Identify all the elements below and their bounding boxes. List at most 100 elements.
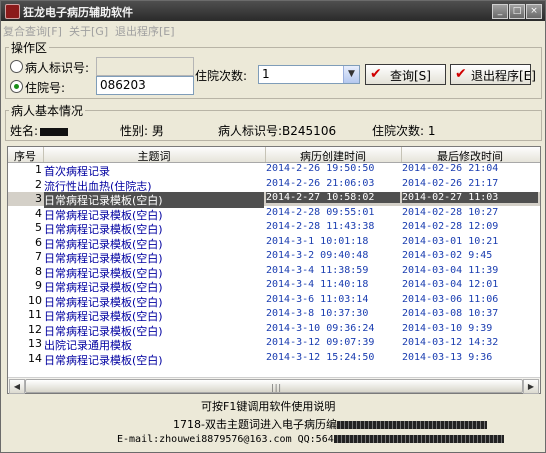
row-seq: 12 xyxy=(28,322,42,336)
row-seq: 3 xyxy=(35,192,42,205)
row-created-time: 2014-2-28 09:55:01 xyxy=(266,206,375,218)
patient-info-group-title: 病人基本情况 xyxy=(9,102,86,119)
gender-value: 男 xyxy=(151,124,164,138)
row-seq: 11 xyxy=(28,308,42,321)
table-row[interactable]: 10 日常病程记录模板(空白) 2014-3-6 11:03:14 2014-03-0… xyxy=(8,293,540,309)
title-bar[interactable]: 狂龙电子病历辅助软件 _ □ × xyxy=(1,1,545,21)
table-row[interactable]: 5 日常病程记录模板(空白) 2014-2-28 11:43:38 2014-02-2… xyxy=(8,221,540,236)
table-row[interactable]: 2 流行性出血热(住院志) 2014-2-26 21:06:03 2014-02-26… xyxy=(8,177,540,193)
row-topic[interactable]: 日常病程记录模板(空白) xyxy=(44,352,264,368)
row-created-time: 2014-3-6 11:03:14 xyxy=(266,293,369,305)
patient-id-input[interactable] xyxy=(96,57,194,76)
row-created-time: 2014-3-8 10:37:30 xyxy=(266,308,369,319)
close-button[interactable]: × xyxy=(526,4,542,19)
scroll-left-icon[interactable]: ◀ xyxy=(9,379,25,394)
col-topic-header[interactable]: 主题词 xyxy=(44,148,264,164)
redacted-scribble xyxy=(333,435,504,443)
menu-bar: 复合查询[F] 关于[G] 退出程序[E] xyxy=(1,21,545,38)
scrollbar-thumb[interactable]: ||| xyxy=(25,379,523,393)
query-button[interactable]: ✔ 查询[S] xyxy=(365,64,446,85)
minimize-button[interactable]: _ xyxy=(492,4,508,19)
contact-text-value: E-mail:zhouwei8879576@163.com QQ:564 xyxy=(117,434,334,445)
row-created-time: 2014-3-2 09:40:48 xyxy=(266,250,369,261)
row-modified-time: 2014-03-10 9:39 xyxy=(402,322,493,334)
row-modified-time: 2014-03-08 10:37 xyxy=(402,308,499,319)
menu-exit[interactable]: 退出程序[E] xyxy=(115,23,175,39)
row-created-time: 2014-3-1 10:01:18 xyxy=(266,235,369,247)
patient-id-info-value: B245106 xyxy=(282,124,337,138)
admission-count-value: 1 xyxy=(262,67,270,81)
records-table: 序号 主题词 病历创建时间 最后修改时间 1 首次病程记录 2014-2-26 19… xyxy=(7,146,541,394)
row-modified-time: 2014-03-13 9:36 xyxy=(402,351,493,363)
admission-count-label: 住院次数: xyxy=(195,69,248,83)
patient-gender: 性别: 男 xyxy=(120,122,164,139)
row-seq: 5 xyxy=(35,221,42,234)
row-seq: 4 xyxy=(35,206,42,220)
table-row[interactable]: 3 日常病程记录模板(空白) 2014-2-27 10:58:02 2014-02-2… xyxy=(8,192,540,208)
row-modified-time: 2014-02-28 12:09 xyxy=(402,221,499,232)
admission-count-info: 住院次数: 1 xyxy=(372,122,436,139)
exit-button-label: 退出程序[E] xyxy=(471,69,536,83)
redacted-name xyxy=(40,127,69,136)
menu-about[interactable]: 关于[G] xyxy=(69,23,108,39)
hint-text: 1718-双击主题词进入电子病历编 xyxy=(173,416,487,432)
row-modified-time: 2014-03-12 14:32 xyxy=(402,337,499,348)
admission-no-input[interactable]: 086203 xyxy=(96,76,194,95)
row-seq: 10 xyxy=(28,293,42,307)
gender-label: 性别: xyxy=(120,124,149,138)
row-created-time: 2014-3-4 11:40:18 xyxy=(266,279,369,290)
window-title: 狂龙电子病历辅助软件 xyxy=(23,6,133,19)
patient-id-info-label: 病人标识号: xyxy=(218,124,283,138)
row-seq: 13 xyxy=(28,337,42,350)
table-row[interactable]: 8 日常病程记录模板(空白) 2014-3-4 11:38:59 2014-03-04… xyxy=(8,264,540,280)
admission-count-info-value: 1 xyxy=(427,124,436,138)
table-row[interactable]: 12 日常病程记录模板(空白) 2014-3-10 09:36:24 2014-03-… xyxy=(8,322,540,338)
admission-no-label: 住院号: xyxy=(25,81,66,95)
row-seq: 9 xyxy=(35,279,42,292)
col-seq-header[interactable]: 序号 xyxy=(8,148,42,164)
admission-count-info-label: 住院次数: xyxy=(372,124,425,138)
menu-compound-query[interactable]: 复合查询[F] xyxy=(3,23,62,39)
patient-name: 姓名: xyxy=(10,122,69,139)
col-created-header[interactable]: 病历创建时间 xyxy=(266,148,400,164)
admission-no-radio[interactable] xyxy=(10,80,23,93)
name-label: 姓名: xyxy=(10,124,39,138)
row-modified-time: 2014-03-04 11:39 xyxy=(402,264,499,276)
table-row[interactable]: 13 出院记录通用模板 2014-3-12 09:07:39 2014-03-12 1… xyxy=(8,337,540,352)
patient-id-radio[interactable] xyxy=(10,60,23,73)
app-icon xyxy=(5,4,20,19)
redacted-scribble xyxy=(336,421,487,429)
row-modified-time: 2014-03-04 12:01 xyxy=(402,279,499,290)
table-row[interactable]: 9 日常病程记录模板(空白) 2014-3-4 11:40:18 2014-03-04… xyxy=(8,279,540,294)
scroll-right-icon[interactable]: ▶ xyxy=(523,379,539,394)
row-modified-time: 2014-03-02 9:45 xyxy=(402,250,493,261)
chevron-down-icon[interactable]: ▼ xyxy=(343,66,359,83)
row-modified-time: 2014-02-26 21:04 xyxy=(402,163,499,174)
row-created-time: 2014-2-26 21:06:03 xyxy=(266,177,375,189)
operation-group-title: 操作区 xyxy=(9,39,50,56)
row-created-time: 2014-2-27 10:58:02 xyxy=(266,192,400,203)
main-window: 狂龙电子病历辅助软件 _ □ × 复合查询[F] 关于[G] 退出程序[E] 操… xyxy=(0,0,546,453)
table-row[interactable]: 11 日常病程记录模板(空白) 2014-3-8 10:37:30 2014-03-0… xyxy=(8,308,540,323)
hint-text-value: 1718-双击主题词进入电子病历编 xyxy=(173,418,337,431)
exit-button[interactable]: ✔ 退出程序[E] xyxy=(450,64,536,85)
table-row[interactable]: 14 日常病程记录模板(空白) 2014-3-12 15:24:50 2014-03-… xyxy=(8,351,540,368)
horizontal-scrollbar[interactable]: ◀ ||| ▶ xyxy=(8,377,540,394)
col-modified-header[interactable]: 最后修改时间 xyxy=(402,148,538,164)
patient-id-info: 病人标识号:B245106 xyxy=(218,122,336,139)
table-row[interactable]: 6 日常病程记录模板(空白) 2014-3-1 10:01:18 2014-03-01… xyxy=(8,235,540,251)
admission-count-select[interactable]: 1 ▼ xyxy=(258,65,360,84)
table-row[interactable]: 4 日常病程记录模板(空白) 2014-2-28 09:55:01 2014-02-2… xyxy=(8,206,540,222)
table-row[interactable]: 1 首次病程记录 2014-2-26 19:50:50 2014-02-26 21:0… xyxy=(8,163,540,178)
row-seq: 7 xyxy=(35,250,42,263)
maximize-button[interactable]: □ xyxy=(509,4,525,19)
contact-text: E-mail:zhouwei8879576@163.com QQ:564 xyxy=(117,434,504,445)
row-seq: 6 xyxy=(35,235,42,249)
row-created-time: 2014-3-4 11:38:59 xyxy=(266,264,369,276)
table-row[interactable]: 7 日常病程记录模板(空白) 2014-3-2 09:40:48 2014-03-02… xyxy=(8,250,540,265)
row-seq: 14 xyxy=(28,351,42,365)
patient-id-label: 病人标识号: xyxy=(25,61,90,75)
row-seq: 1 xyxy=(35,163,42,176)
row-modified-time: 2014-03-01 10:21 xyxy=(402,235,499,247)
row-modified-time: 2014-02-26 21:17 xyxy=(402,177,499,189)
